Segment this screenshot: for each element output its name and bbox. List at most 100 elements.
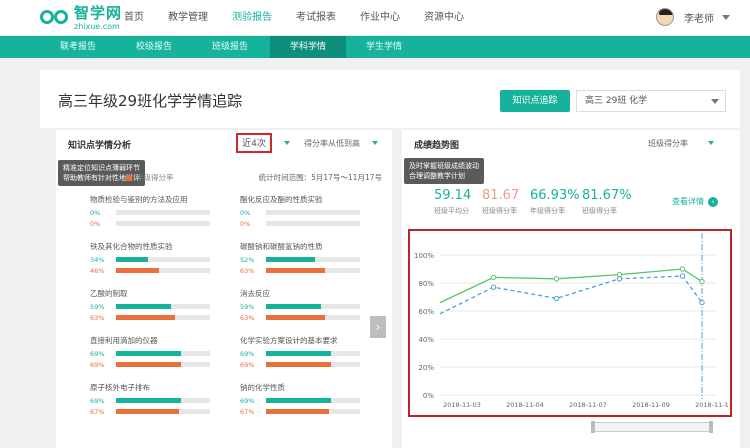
subnav-joint-report[interactable]: 联考报告 <box>40 36 116 58</box>
dropdown-triangle-icon[interactable] <box>708 141 714 145</box>
card-title: 成绩趋势图 <box>414 141 460 151</box>
subnav-student-analysis[interactable]: 学生学情 <box>346 36 422 58</box>
nav-teaching[interactable]: 教学管理 <box>168 0 208 36</box>
class-rate-value: 69% <box>240 396 255 405</box>
chevron-down-icon <box>722 14 730 20</box>
class-rate-value: 69% <box>90 349 105 358</box>
grade-rate-bar <box>116 221 210 226</box>
nav-test-report[interactable]: 测验报告 <box>232 0 272 36</box>
knowledge-point-item[interactable]: 铁及其化合物的性质实验 34% 46% <box>90 241 240 275</box>
knowledge-point-item[interactable]: 直接利用滴加的仪器 69% 69% <box>90 335 240 369</box>
knowledge-point-item[interactable]: 原子核外电子排布 69% 67% <box>90 382 240 416</box>
dropdown-triangle-icon[interactable] <box>372 141 378 145</box>
sort-select[interactable]: 得分率从低到高 <box>304 138 360 149</box>
knowledge-point-item[interactable]: 碳酸钠和碳酸氢钠的性质 52% 63% <box>240 241 390 275</box>
class-rate-bar <box>266 351 360 356</box>
stat-class-avg: 59.14 班级平均分 <box>434 188 472 215</box>
y-tick-label: 60% <box>418 308 434 316</box>
grade-rate-value: 63% <box>90 313 105 322</box>
subnav-subject-analysis[interactable]: 学科学情 <box>270 36 346 58</box>
class-rate-bar <box>266 210 360 215</box>
class-select[interactable]: 高三 29班 化学 <box>576 90 726 112</box>
nav-exam-reports[interactable]: 考试报表 <box>296 0 336 36</box>
class-rate-value: 59% <box>240 302 255 311</box>
chart-range-slider[interactable] <box>591 421 713 433</box>
grade-rate-bar <box>116 409 210 414</box>
avatar[interactable] <box>656 8 674 26</box>
grade-rate-bar <box>116 268 210 273</box>
knowledge-point-name: 乙酸的制取 <box>90 289 128 298</box>
logo-domain: zhixue.com <box>74 21 120 31</box>
series-line <box>439 275 703 315</box>
class-rate-fill <box>266 304 322 309</box>
legend-swatch <box>126 175 132 181</box>
data-point <box>616 276 623 282</box>
data-point <box>679 273 686 279</box>
knowledge-point-item[interactable]: 酯化反应及酯的性质实验 0% 0% <box>240 194 390 228</box>
class-rate-fill <box>116 351 181 356</box>
nav-home[interactable]: 首页 <box>124 0 144 36</box>
x-tick-label: 2018-11-04 <box>506 401 544 409</box>
class-rate-value: 69% <box>240 349 255 358</box>
range-handle-left[interactable] <box>591 421 595 433</box>
nav-homework[interactable]: 作业中心 <box>360 0 400 36</box>
class-rate-value: 0% <box>90 208 101 217</box>
grade-rate-value: 69% <box>90 360 105 369</box>
class-rate-fill <box>116 304 172 309</box>
data-point <box>679 266 686 272</box>
y-tick-label: 80% <box>418 280 434 288</box>
grade-rate-bar <box>266 221 360 226</box>
user-name: 李老师 <box>684 13 714 25</box>
grade-rate-value: 69% <box>240 360 255 369</box>
data-point <box>553 276 560 282</box>
user-menu[interactable]: 李老师 <box>656 8 730 26</box>
logo[interactable]: 智学网 zhixue.com <box>40 4 122 32</box>
knowledge-point-name: 铁及其化合物的性质实验 <box>90 242 173 251</box>
x-tick-label: 2018-11-07 <box>569 401 607 409</box>
dropdown-triangle-icon[interactable] <box>284 141 290 145</box>
grade-rate-fill <box>116 268 160 273</box>
data-point <box>553 295 560 302</box>
class-rate-bar <box>266 257 360 262</box>
knowledge-point-item[interactable]: 消去反应 59% 63% <box>240 288 390 322</box>
knowledge-point-name: 消去反应 <box>240 289 270 298</box>
next-page-button[interactable]: › <box>370 316 386 338</box>
knowledge-point-name: 物质检验与鉴别的方法及应用 <box>90 195 188 204</box>
logo-icon <box>40 7 70 29</box>
grade-rate-fill <box>116 362 181 367</box>
knowledge-point-item[interactable]: 化学实验方案设计的基本要求 69% 69% <box>240 335 390 369</box>
knowledge-point-item[interactable]: 物质检验与鉴别的方法及应用 0% 0% <box>90 194 240 228</box>
data-point <box>699 299 705 306</box>
subnav-school-report[interactable]: 校级报告 <box>116 36 192 58</box>
y-tick-label: 40% <box>418 336 434 344</box>
nav-resources[interactable]: 资源中心 <box>424 0 464 36</box>
view-details-link[interactable]: 查看详情 › <box>672 196 718 207</box>
page-title: 高三年级29班化学学情追踪 <box>58 92 243 110</box>
grade-rate-bar <box>116 315 210 320</box>
date-range: 统计时间范围：5月17号～11月17号 <box>258 173 382 182</box>
tooltip: 及时掌握班级成绩波动 合理调整教学计划 <box>404 158 484 184</box>
knowledge-point-name: 酯化反应及酯的性质实验 <box>240 195 323 204</box>
class-rate-value: 69% <box>90 396 105 405</box>
grade-rate-fill <box>266 315 326 320</box>
chevron-down-icon <box>711 99 719 104</box>
subnav-class-report[interactable]: 班级报告 <box>192 36 268 58</box>
stat-class-score: 81.67 班级得分率 <box>482 188 520 215</box>
grade-rate-fill <box>266 362 331 367</box>
grade-rate-fill <box>266 409 329 414</box>
range-handle-right[interactable] <box>709 421 713 433</box>
knowledge-track-button[interactable]: 知识点追踪 <box>500 90 570 112</box>
trend-chart-svg: 0% 20% 40% 60% 80% 100% 2018-11-03 2018-11-04 20… <box>414 233 733 409</box>
class-rate-bar <box>116 398 210 403</box>
series-select[interactable]: 班级得分率 <box>648 138 688 149</box>
class-rate-value: 34% <box>90 255 105 264</box>
x-tick-label: 2018-11-03 <box>443 401 481 409</box>
recent-tests-tab[interactable]: 近4次 <box>236 133 272 153</box>
knowledge-point-item[interactable]: 乙酸的制取 59% 63% <box>90 288 240 322</box>
stat-class-rate: 81.67% 班级得分率 <box>582 188 632 215</box>
card-title: 知识点学情分析 <box>68 141 132 151</box>
y-tick-label: 100% <box>414 252 434 260</box>
knowledge-point-item[interactable]: 钠的化学性质 69% 67% <box>240 382 390 416</box>
score-trend-card: 成绩趋势图 班级得分率 及时掌握班级成绩波动 合理调整教学计划 59.14 班级… <box>402 130 740 448</box>
grade-rate-bar <box>116 362 210 367</box>
